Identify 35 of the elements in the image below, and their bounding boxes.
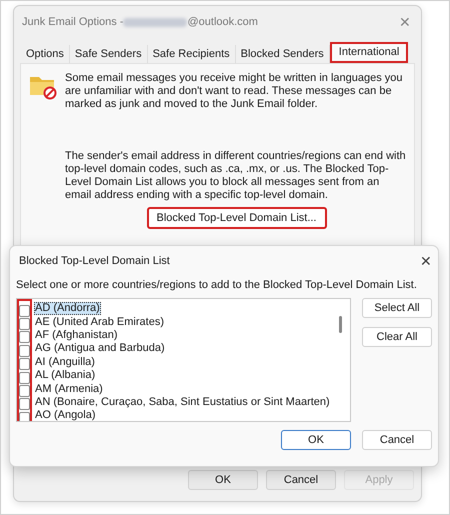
dialog-button[interactable]: Cancel [266,470,336,490]
instruction-text: Select one or more countries/regions to add to the Blocked Top-Level Domain List. [16,279,418,292]
list-item[interactable]: AG (Antigua and Barbuda) [34,342,166,356]
dialog-button[interactable]: OK [188,470,258,490]
checkbox[interactable] [19,398,30,410]
list-item[interactable]: AL (Albania) [34,369,96,382]
dialog-button[interactable]: OK [281,430,351,450]
list-item[interactable]: AO (Angola) [34,409,97,421]
checkbox[interactable] [19,412,30,421]
list-item[interactable]: AI (Anguilla) [34,356,96,369]
checkbox[interactable] [19,331,30,344]
scrollbar-thumb[interactable] [339,316,342,333]
domain-list-button[interactable]: Blocked Top-Level Domain List... [146,207,326,229]
list-item[interactable]: AD (Andorra) [34,302,101,316]
list-item[interactable]: AE (United Arab Emirates) [34,316,165,329]
list-item[interactable]: AF (Afghanistan) [34,328,119,342]
window-title: @outlook.com [187,16,258,28]
domain-text: The sender's email address in different countries/regions can end with top-level domain codes, such as .ca, .mx, or .us. The Blocked Top-Level Domain List allows you to block all messages sent from an email address ending with a specific top-level domain. [65,150,407,202]
list-item[interactable]: AN (Bonaire, Curaçao, Saba, Sint Eustatius or Sint Maarten) [34,396,331,409]
checkbox[interactable] [19,358,30,370]
dialog-button[interactable]: Cancel [362,430,432,450]
tab[interactable]: International [330,42,408,63]
intro-text: Some email messages you receive might be written in languages you are unfamiliar with and don't want to read. These messages can be marked as junk and moved to the Junk Email folder. [65,72,404,111]
window-title: Junk Email Options - [22,16,124,28]
redacted-text [123,18,188,26]
checkbox[interactable] [19,372,30,384]
close-button[interactable]: ✕ [420,253,432,269]
list-item[interactable]: AM (Armenia) [34,382,104,396]
list-action-button[interactable]: Select All [362,298,432,318]
checkbox[interactable] [19,318,30,330]
list-action-button[interactable]: Clear All [362,327,432,347]
checkbox[interactable] [19,385,30,398]
checkbox[interactable] [19,304,30,317]
checkbox[interactable] [19,344,30,357]
dialog-title: Blocked Top-Level Domain List [19,255,170,267]
